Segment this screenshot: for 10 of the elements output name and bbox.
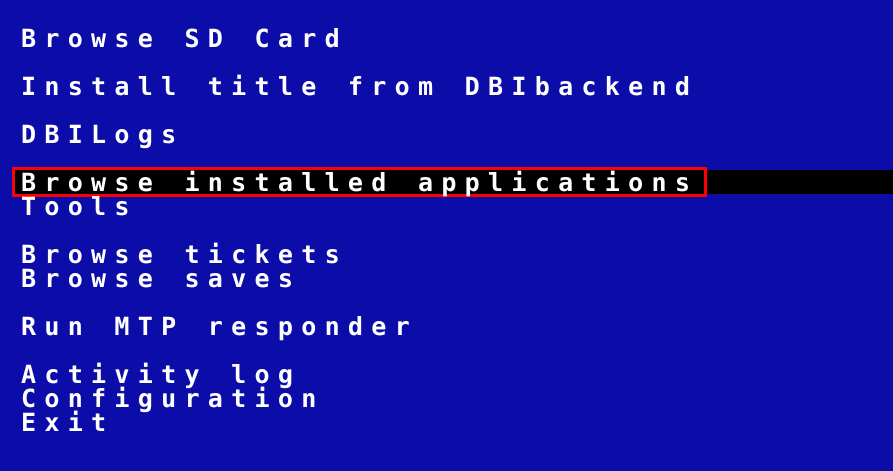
- menu-item[interactable]: DBILogs: [21, 122, 184, 146]
- menu-item[interactable]: Install title from DBIbackend: [21, 74, 698, 98]
- menu-item[interactable]: Configuration: [21, 386, 325, 410]
- menu-item[interactable]: Browse saves: [21, 266, 302, 290]
- menu-item[interactable]: Browse tickets: [21, 242, 348, 266]
- menu-item[interactable]: Browse SD Card: [21, 26, 348, 50]
- menu-item[interactable]: Browse installed applications: [12, 167, 708, 197]
- menu-item[interactable]: Run MTP responder: [21, 314, 418, 338]
- menu-item[interactable]: Exit: [21, 410, 114, 434]
- menu-item[interactable]: Activity log: [21, 362, 302, 386]
